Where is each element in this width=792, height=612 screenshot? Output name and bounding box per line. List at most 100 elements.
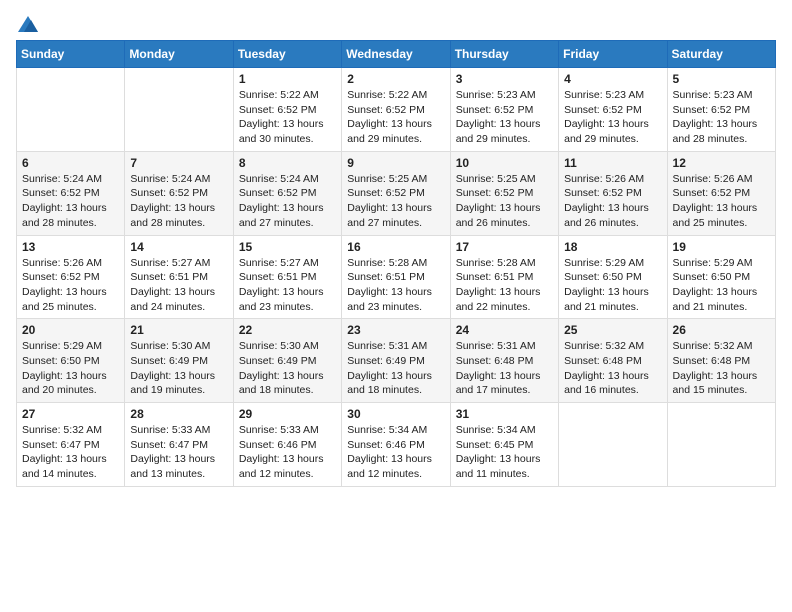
day-info: Sunrise: 5:23 AM Sunset: 6:52 PM Dayligh… <box>456 88 553 147</box>
calendar-cell <box>17 68 125 152</box>
day-number: 9 <box>347 156 444 170</box>
day-number: 12 <box>673 156 770 170</box>
day-number: 6 <box>22 156 119 170</box>
calendar-cell: 17 Sunrise: 5:28 AM Sunset: 6:51 PM Dayli… <box>450 235 558 319</box>
day-number: 30 <box>347 407 444 421</box>
day-info: Sunrise: 5:24 AM Sunset: 6:52 PM Dayligh… <box>130 172 227 231</box>
calendar-cell: 28 Sunrise: 5:33 AM Sunset: 6:47 PM Dayli… <box>125 403 233 487</box>
calendar-cell <box>125 68 233 152</box>
calendar-cell: 13Sunrise: 5:26 AM Sunset: 6:52 PM Dayli… <box>17 235 125 319</box>
calendar-cell: 9 Sunrise: 5:25 AM Sunset: 6:52 PM Daylig… <box>342 151 450 235</box>
day-number: 19 <box>673 240 770 254</box>
calendar-cell: 10 Sunrise: 5:25 AM Sunset: 6:52 PM Dayli… <box>450 151 558 235</box>
day-number: 8 <box>239 156 336 170</box>
calendar-header-thursday: Thursday <box>450 41 558 68</box>
calendar-week-row: 27 Sunrise: 5:32 AM Sunset: 6:47 PM Dayli… <box>17 403 776 487</box>
calendar-cell: 21 Sunrise: 5:30 AM Sunset: 6:49 PM Dayli… <box>125 319 233 403</box>
logo <box>16 16 38 30</box>
day-number: 24 <box>456 323 553 337</box>
day-number: 28 <box>130 407 227 421</box>
day-number: 23 <box>347 323 444 337</box>
calendar-cell: 15 Sunrise: 5:27 AM Sunset: 6:51 PM Dayli… <box>233 235 341 319</box>
day-info: Sunrise: 5:23 AM Sunset: 6:52 PM Dayligh… <box>564 88 661 147</box>
day-number: 20 <box>22 323 119 337</box>
logo-icon <box>18 16 38 32</box>
calendar-cell: 20 Sunrise: 5:29 AM Sunset: 6:50 PM Dayli… <box>17 319 125 403</box>
day-info: Sunrise: 5:25 AM Sunset: 6:52 PM Dayligh… <box>456 172 553 231</box>
day-number: 17 <box>456 240 553 254</box>
day-info: Sunrise: 5:24 AM Sunset: 6:52 PM Dayligh… <box>239 172 336 231</box>
day-info: Sunrise: 5:24 AM Sunset: 6:52 PM Dayligh… <box>22 172 119 231</box>
calendar-table: SundayMondayTuesdayWednesdayThursdayFrid… <box>16 40 776 487</box>
day-info: Sunrise: 5:22 AM Sunset: 6:52 PM Dayligh… <box>239 88 336 147</box>
day-info: Sunrise: 5:32 AM Sunset: 6:47 PM Dayligh… <box>22 423 119 482</box>
day-info: Sunrise: 5:26 AM Sunset: 6:52 PM Dayligh… <box>564 172 661 231</box>
calendar-cell: 1 Sunrise: 5:22 AM Sunset: 6:52 PM Daylig… <box>233 68 341 152</box>
day-number: 29 <box>239 407 336 421</box>
calendar-header-sunday: Sunday <box>17 41 125 68</box>
calendar-header-tuesday: Tuesday <box>233 41 341 68</box>
day-number: 5 <box>673 72 770 86</box>
calendar-cell <box>667 403 775 487</box>
day-number: 27 <box>22 407 119 421</box>
calendar-cell: 11Sunrise: 5:26 AM Sunset: 6:52 PM Dayli… <box>559 151 667 235</box>
day-number: 2 <box>347 72 444 86</box>
calendar-header-friday: Friday <box>559 41 667 68</box>
day-info: Sunrise: 5:23 AM Sunset: 6:52 PM Dayligh… <box>673 88 770 147</box>
calendar-cell: 27 Sunrise: 5:32 AM Sunset: 6:47 PM Dayli… <box>17 403 125 487</box>
calendar-cell: 25 Sunrise: 5:32 AM Sunset: 6:48 PM Dayli… <box>559 319 667 403</box>
day-number: 13 <box>22 240 119 254</box>
day-info: Sunrise: 5:22 AM Sunset: 6:52 PM Dayligh… <box>347 88 444 147</box>
calendar-cell: 31 Sunrise: 5:34 AM Sunset: 6:45 PM Dayli… <box>450 403 558 487</box>
calendar-cell: 19 Sunrise: 5:29 AM Sunset: 6:50 PM Dayli… <box>667 235 775 319</box>
day-number: 10 <box>456 156 553 170</box>
day-number: 15 <box>239 240 336 254</box>
calendar-cell: 12Sunrise: 5:26 AM Sunset: 6:52 PM Dayli… <box>667 151 775 235</box>
calendar-cell: 26Sunrise: 5:32 AM Sunset: 6:48 PM Dayli… <box>667 319 775 403</box>
day-info: Sunrise: 5:29 AM Sunset: 6:50 PM Dayligh… <box>564 256 661 315</box>
calendar-header-monday: Monday <box>125 41 233 68</box>
day-info: Sunrise: 5:29 AM Sunset: 6:50 PM Dayligh… <box>22 339 119 398</box>
calendar-header-wednesday: Wednesday <box>342 41 450 68</box>
day-info: Sunrise: 5:25 AM Sunset: 6:52 PM Dayligh… <box>347 172 444 231</box>
calendar-cell: 14Sunrise: 5:27 AM Sunset: 6:51 PM Dayli… <box>125 235 233 319</box>
calendar-cell: 6 Sunrise: 5:24 AM Sunset: 6:52 PM Daylig… <box>17 151 125 235</box>
calendar-cell: 30 Sunrise: 5:34 AM Sunset: 6:46 PM Dayli… <box>342 403 450 487</box>
day-info: Sunrise: 5:28 AM Sunset: 6:51 PM Dayligh… <box>456 256 553 315</box>
calendar-cell: 23 Sunrise: 5:31 AM Sunset: 6:49 PM Dayli… <box>342 319 450 403</box>
day-info: Sunrise: 5:34 AM Sunset: 6:46 PM Dayligh… <box>347 423 444 482</box>
day-number: 31 <box>456 407 553 421</box>
day-info: Sunrise: 5:27 AM Sunset: 6:51 PM Dayligh… <box>239 256 336 315</box>
day-info: Sunrise: 5:31 AM Sunset: 6:49 PM Dayligh… <box>347 339 444 398</box>
day-number: 25 <box>564 323 661 337</box>
day-info: Sunrise: 5:30 AM Sunset: 6:49 PM Dayligh… <box>130 339 227 398</box>
calendar-cell: 16Sunrise: 5:28 AM Sunset: 6:51 PM Dayli… <box>342 235 450 319</box>
day-info: Sunrise: 5:33 AM Sunset: 6:47 PM Dayligh… <box>130 423 227 482</box>
day-info: Sunrise: 5:34 AM Sunset: 6:45 PM Dayligh… <box>456 423 553 482</box>
calendar-cell: 5 Sunrise: 5:23 AM Sunset: 6:52 PM Daylig… <box>667 68 775 152</box>
day-info: Sunrise: 5:29 AM Sunset: 6:50 PM Dayligh… <box>673 256 770 315</box>
calendar-cell <box>559 403 667 487</box>
day-number: 18 <box>564 240 661 254</box>
calendar-week-row: 1 Sunrise: 5:22 AM Sunset: 6:52 PM Daylig… <box>17 68 776 152</box>
day-number: 1 <box>239 72 336 86</box>
day-info: Sunrise: 5:31 AM Sunset: 6:48 PM Dayligh… <box>456 339 553 398</box>
calendar-cell: 3Sunrise: 5:23 AM Sunset: 6:52 PM Daylig… <box>450 68 558 152</box>
calendar-cell: 7Sunrise: 5:24 AM Sunset: 6:52 PM Daylig… <box>125 151 233 235</box>
day-number: 16 <box>347 240 444 254</box>
page-header <box>16 16 776 30</box>
calendar-cell: 2 Sunrise: 5:22 AM Sunset: 6:52 PM Daylig… <box>342 68 450 152</box>
calendar-week-row: 20 Sunrise: 5:29 AM Sunset: 6:50 PM Dayli… <box>17 319 776 403</box>
day-number: 4 <box>564 72 661 86</box>
day-number: 26 <box>673 323 770 337</box>
day-number: 14 <box>130 240 227 254</box>
day-info: Sunrise: 5:30 AM Sunset: 6:49 PM Dayligh… <box>239 339 336 398</box>
calendar-cell: 8 Sunrise: 5:24 AM Sunset: 6:52 PM Daylig… <box>233 151 341 235</box>
calendar-week-row: 6 Sunrise: 5:24 AM Sunset: 6:52 PM Daylig… <box>17 151 776 235</box>
calendar-cell: 4 Sunrise: 5:23 AM Sunset: 6:52 PM Daylig… <box>559 68 667 152</box>
day-info: Sunrise: 5:32 AM Sunset: 6:48 PM Dayligh… <box>564 339 661 398</box>
calendar-cell: 18 Sunrise: 5:29 AM Sunset: 6:50 PM Dayli… <box>559 235 667 319</box>
calendar-cell: 22Sunrise: 5:30 AM Sunset: 6:49 PM Dayli… <box>233 319 341 403</box>
day-number: 21 <box>130 323 227 337</box>
calendar-cell: 29Sunrise: 5:33 AM Sunset: 6:46 PM Dayli… <box>233 403 341 487</box>
